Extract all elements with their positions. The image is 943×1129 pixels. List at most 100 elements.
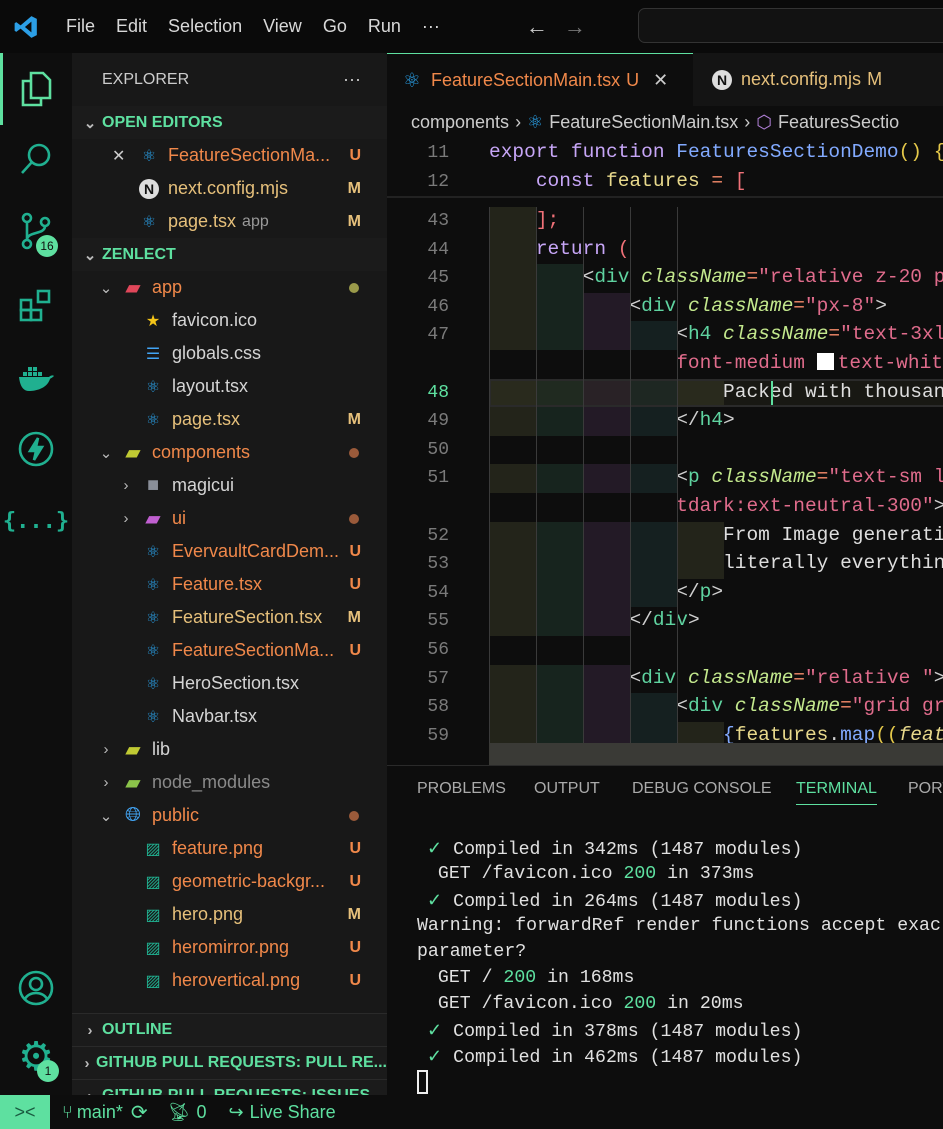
file-item[interactable]: ⚛ layout.tsx bbox=[72, 370, 387, 403]
menu-edit[interactable]: Edit bbox=[116, 16, 147, 37]
collapsed-section[interactable]: › GITHUB PULL REQUESTS: PULL RE... bbox=[72, 1046, 387, 1079]
folder-item[interactable]: › ▰ node_modules bbox=[72, 766, 387, 799]
modified-dot bbox=[349, 513, 359, 524]
remote-button[interactable]: >< bbox=[0, 1095, 50, 1129]
folder-item[interactable]: ⌄ ▰ app bbox=[72, 271, 387, 304]
file-item[interactable]: ⚛ HeroSection.tsx bbox=[72, 667, 387, 700]
react-icon: ⚛ bbox=[145, 411, 161, 429]
sync-icon[interactable]: ⟳ bbox=[131, 1100, 148, 1125]
code-token: function bbox=[570, 141, 677, 163]
more-actions-button[interactable]: ··· bbox=[343, 69, 361, 90]
settings-gear-icon[interactable]: ⚙ 1 bbox=[0, 1027, 72, 1087]
forward-arrow-icon[interactable]: → bbox=[564, 14, 586, 40]
search-icon[interactable] bbox=[0, 129, 72, 189]
panel-tab-terminal[interactable]: TERMINAL bbox=[796, 780, 877, 805]
code-token: From Image generatio bbox=[723, 523, 943, 546]
account-icon[interactable] bbox=[0, 958, 72, 1018]
menu-file[interactable]: File bbox=[66, 16, 95, 37]
terminal-text: Compiled in 342ms (1487 modules) bbox=[453, 840, 803, 860]
code-token: </ bbox=[676, 409, 700, 432]
code-token: h4 bbox=[687, 323, 724, 346]
folder-components-icon: ▰ bbox=[125, 442, 141, 464]
menu-view[interactable]: View bbox=[263, 16, 302, 37]
code-line: literally everything bbox=[489, 552, 943, 574]
explorer-title: EXPLORER bbox=[102, 70, 190, 88]
file-item[interactable]: ⚛ Feature.tsx U bbox=[72, 568, 387, 601]
code-token: const bbox=[535, 169, 607, 192]
code-token: tdark:ext-neutral-300" bbox=[676, 495, 934, 517]
folder-item[interactable]: ⌄ ▰ components bbox=[72, 436, 387, 469]
file-item[interactable]: ⚛ FeatureSectionMa... U bbox=[72, 634, 387, 667]
project-header[interactable]: ⌄ ZENLECT bbox=[72, 238, 387, 271]
folder-item[interactable]: › ▰ ui bbox=[72, 502, 387, 535]
open-editor-item[interactable]: Nnext.config.mjs M bbox=[72, 172, 387, 205]
branch-name[interactable]: main* bbox=[77, 1102, 123, 1123]
source-control-icon[interactable]: 16 bbox=[0, 201, 72, 261]
menu-run[interactable]: Run bbox=[368, 16, 401, 37]
code-token: = bbox=[816, 466, 829, 489]
code-token: export bbox=[489, 141, 571, 163]
open-editor-item[interactable]: ✕ ⚛ FeatureSectionMa... U bbox=[72, 139, 387, 172]
json-icon[interactable]: {...} bbox=[0, 491, 72, 551]
activity-bar: 16 {...} ⚙ 1 bbox=[0, 53, 72, 1095]
file-item[interactable]: ▨ hero.png M bbox=[72, 898, 387, 931]
code-line: ]; bbox=[489, 209, 559, 231]
title-bar: File Edit Selection View Go Run ··· ← → bbox=[0, 0, 943, 53]
menu-selection[interactable]: Selection bbox=[168, 16, 242, 37]
explorer-icon[interactable] bbox=[0, 59, 72, 119]
folder-item[interactable]: › ■ magicui bbox=[72, 469, 387, 502]
indent-guide bbox=[489, 207, 490, 765]
menu-go[interactable]: Go bbox=[323, 16, 347, 37]
collapsed-section[interactable]: › OUTLINE bbox=[72, 1013, 387, 1046]
folder-item[interactable]: ⌄ 🌐︎ public bbox=[72, 799, 387, 832]
file-item[interactable]: ★ favicon.ico bbox=[72, 304, 387, 337]
terminal-text: in 168ms bbox=[536, 968, 635, 988]
code-line: <div className="relative z-20 py bbox=[489, 266, 943, 288]
line-number: 56 bbox=[427, 640, 449, 660]
close-editor-button[interactable]: ✕ bbox=[112, 146, 138, 166]
terminal-line: GET /favicon.ico 200 in 20ms bbox=[427, 994, 744, 1014]
file-item[interactable]: ☰ globals.css bbox=[72, 337, 387, 370]
file-item[interactable]: ⚛ FeatureSection.tsx M bbox=[72, 601, 387, 634]
menu-more[interactable]: ··· bbox=[422, 16, 440, 37]
ports-count[interactable]: 0 bbox=[196, 1102, 206, 1123]
code-editor[interactable]: 11 export function FeaturesSectionDemo() … bbox=[387, 139, 943, 765]
file-item[interactable]: ▨ geometric-backgr... U bbox=[72, 865, 387, 898]
tab-featuresectionmain[interactable]: ⚛ FeatureSectionMain.tsx U ✕ bbox=[387, 53, 693, 106]
file-label: FeatureSectionMa... bbox=[172, 640, 335, 660]
open-editors-header[interactable]: ⌄ OPEN EDITORS bbox=[72, 106, 387, 139]
folder-item[interactable]: › ▰ lib bbox=[72, 733, 387, 766]
file-item[interactable]: ⚛ Navbar.tsx bbox=[72, 700, 387, 733]
file-item[interactable]: ⚛ EvervaultCardDem... U bbox=[72, 535, 387, 568]
extensions-icon[interactable] bbox=[0, 275, 72, 335]
panel-tab-problems[interactable]: PROBLEMS bbox=[417, 780, 506, 798]
panel-tab-output[interactable]: OUTPUT bbox=[534, 780, 600, 798]
file-item[interactable]: ▨ herovertical.png U bbox=[72, 964, 387, 997]
file-item[interactable]: ⚛ page.tsx M bbox=[72, 403, 387, 436]
line-number: 50 bbox=[427, 439, 449, 460]
panel-tab-debug-console[interactable]: DEBUG CONSOLE bbox=[632, 780, 772, 798]
breadcrumb-item[interactable]: components bbox=[411, 112, 509, 133]
breadcrumb-item[interactable]: FeatureSectionMain.tsx bbox=[549, 112, 738, 133]
panel-tab-port[interactable]: PORT bbox=[908, 780, 943, 798]
terminal-text: Compiled in 264ms (1487 modules) bbox=[453, 892, 803, 912]
terminal-text: Compiled in 462ms (1487 modules) bbox=[453, 1048, 803, 1068]
file-item[interactable]: ▨ heromirror.png U bbox=[72, 931, 387, 964]
code-token: div bbox=[641, 294, 688, 317]
docker-icon[interactable] bbox=[0, 348, 72, 408]
open-editor-item[interactable]: ⚛ page.tsx app M bbox=[72, 205, 387, 238]
chevron-down-icon: ⌄ bbox=[83, 246, 97, 264]
chevron-right-icon: › bbox=[84, 1054, 90, 1072]
tab-next-config[interactable]: N next.config.mjs M bbox=[697, 53, 943, 106]
git-branch-icon: ⑂ bbox=[62, 1101, 73, 1122]
breadcrumb-item[interactable]: FeaturesSectio bbox=[778, 112, 899, 133]
close-tab-button[interactable]: ✕ bbox=[653, 70, 668, 91]
live-share-button[interactable]: Live Share bbox=[250, 1102, 336, 1123]
command-center-search[interactable] bbox=[638, 8, 943, 43]
code-token: "relative " bbox=[804, 666, 934, 689]
back-arrow-icon[interactable]: ← bbox=[526, 14, 548, 40]
thunder-client-icon[interactable] bbox=[0, 419, 72, 479]
file-item[interactable]: ▨ feature.png U bbox=[72, 832, 387, 865]
code-token: () bbox=[898, 141, 934, 163]
editor-tabs: ⚛ FeatureSectionMain.tsx U ✕ N next.conf… bbox=[387, 53, 943, 106]
